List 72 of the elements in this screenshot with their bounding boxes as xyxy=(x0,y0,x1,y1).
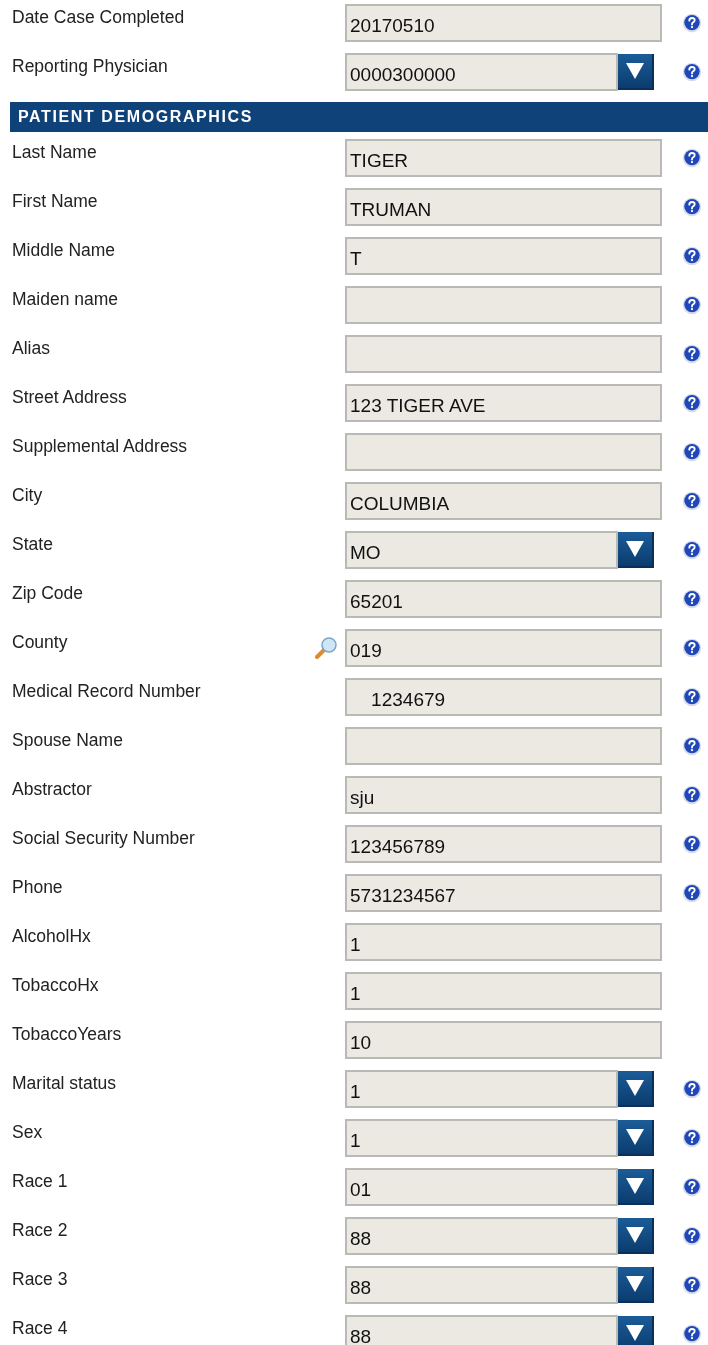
text-field[interactable]: 019 xyxy=(345,629,662,667)
field-label: Phone xyxy=(11,876,64,898)
caret-icon xyxy=(625,540,645,558)
text-field[interactable]: 10 xyxy=(345,1021,662,1059)
field-label: Last Name xyxy=(11,141,98,163)
field-label: Race 3 xyxy=(11,1268,69,1290)
text-field[interactable]: 1 xyxy=(345,972,662,1010)
field-label: TobaccoYears xyxy=(11,1023,123,1045)
text-field[interactable] xyxy=(345,433,662,471)
text-field[interactable]: 1 xyxy=(345,923,662,961)
dropdown-button[interactable] xyxy=(618,1071,654,1107)
text-field[interactable]: 123 TIGER AVE xyxy=(345,384,662,422)
text-field[interactable] xyxy=(345,335,662,373)
field-label: Maiden name xyxy=(11,288,120,310)
field-label: Abstractor xyxy=(11,778,93,800)
field-label: Race 1 xyxy=(11,1170,69,1192)
field-label: Spouse Name xyxy=(11,729,124,751)
dropdown-field[interactable]: MO xyxy=(345,531,618,569)
caret-icon xyxy=(625,62,645,80)
field-label: TobaccoHx xyxy=(11,974,100,996)
dropdown-button[interactable] xyxy=(618,532,654,568)
text-field[interactable] xyxy=(345,727,662,765)
text-field[interactable] xyxy=(345,286,662,324)
search-icon[interactable] xyxy=(313,635,339,661)
dropdown-field[interactable]: 88 xyxy=(345,1315,618,1345)
text-field[interactable]: 20170510 xyxy=(345,4,662,42)
field-label: Marital status xyxy=(11,1072,118,1094)
dropdown-field[interactable]: 88 xyxy=(345,1217,618,1255)
field-label: Zip Code xyxy=(11,582,84,604)
field-label: AlcoholHx xyxy=(11,925,92,947)
text-field[interactable]: 123456789 xyxy=(345,825,662,863)
dropdown-field[interactable]: 1 xyxy=(345,1119,618,1157)
field-label: County xyxy=(11,631,69,653)
field-label: Social Security Number xyxy=(11,827,196,849)
text-field[interactable]: COLUMBIA xyxy=(345,482,662,520)
caret-icon xyxy=(625,1226,645,1244)
text-field[interactable]: T xyxy=(345,237,662,275)
field-label: Medical Record Number xyxy=(11,680,202,702)
field-label: City xyxy=(11,484,44,506)
field-label: Reporting Physician xyxy=(11,55,169,77)
field-label: Street Address xyxy=(11,386,128,408)
field-label: Race 2 xyxy=(11,1219,69,1241)
text-field[interactable]: 65201 xyxy=(345,580,662,618)
field-label: Race 4 xyxy=(11,1317,69,1339)
dropdown-field[interactable]: 01 xyxy=(345,1168,618,1206)
caret-icon xyxy=(625,1275,645,1293)
dropdown-button[interactable] xyxy=(618,1316,654,1345)
field-label: State xyxy=(11,533,54,555)
field-label: Middle Name xyxy=(11,239,117,261)
dropdown-button[interactable] xyxy=(618,1218,654,1254)
text-field[interactable]: TIGER xyxy=(345,139,662,177)
dropdown-button[interactable] xyxy=(618,1267,654,1303)
section-header: PATIENT DEMOGRAPHICS xyxy=(10,102,708,132)
text-field[interactable]: TRUMAN xyxy=(345,188,662,226)
dropdown-field[interactable]: 88 xyxy=(345,1266,618,1304)
text-field[interactable]: sju xyxy=(345,776,662,814)
dropdown-button[interactable] xyxy=(618,1169,654,1205)
field-label: Sex xyxy=(11,1121,44,1143)
text-field[interactable]: 5731234567 xyxy=(345,874,662,912)
dropdown-field[interactable]: 0000300000 xyxy=(345,53,618,91)
dropdown-button[interactable] xyxy=(618,1120,654,1156)
field-label: First Name xyxy=(11,190,99,212)
text-field[interactable]: 1234679 xyxy=(345,678,662,716)
field-label: Date Case Completed xyxy=(11,6,186,28)
field-label: Supplemental Address xyxy=(11,435,189,457)
caret-icon xyxy=(625,1079,645,1097)
dropdown-field[interactable]: 1 xyxy=(345,1070,618,1108)
caret-icon xyxy=(625,1128,645,1146)
caret-icon xyxy=(625,1177,645,1195)
field-label: Alias xyxy=(11,337,51,359)
dropdown-button[interactable] xyxy=(618,54,654,90)
caret-icon xyxy=(625,1324,645,1342)
